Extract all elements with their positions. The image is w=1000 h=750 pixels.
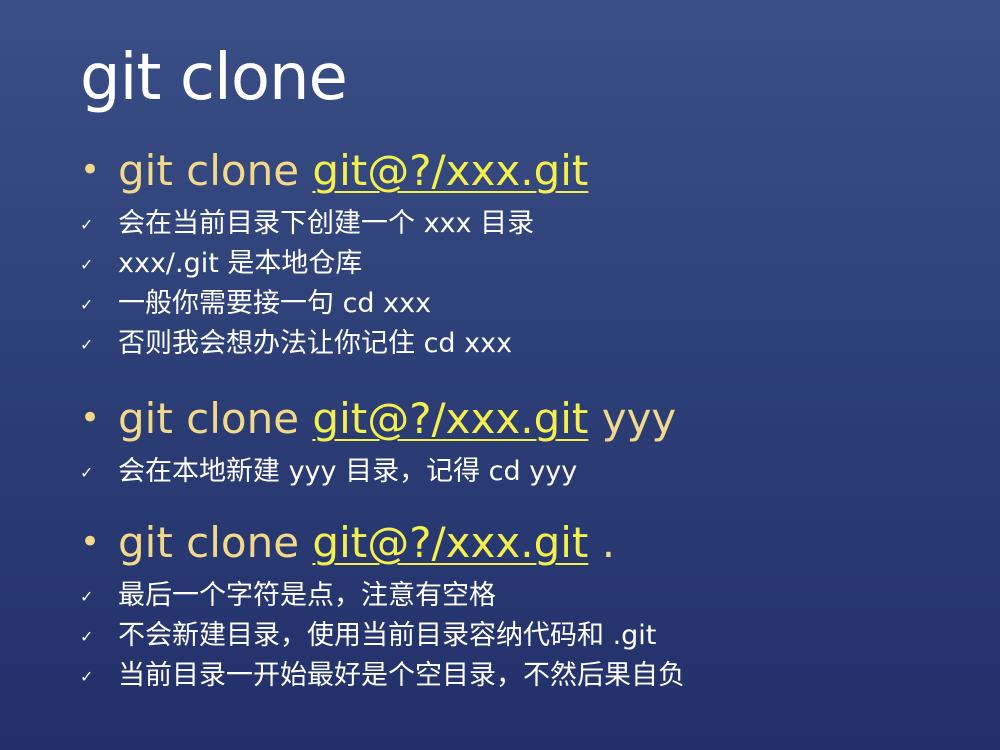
bullet-command: • git clone git@?/xxx.git yyy — [80, 388, 980, 448]
list-item: ✓ 否则我会想办法让你记住 cd xxx — [80, 320, 980, 360]
checkmark-icon: ✓ — [80, 462, 94, 482]
checkmark-icon: ✓ — [80, 214, 94, 234]
command-text: git clone git@?/xxx.git . — [118, 518, 615, 567]
list-item: ✓ 不会新建目录，使用当前目录容纳代码和 .git — [80, 612, 980, 652]
list-item: ✓ 会在当前目录下创建一个 xxx 目录 — [80, 200, 980, 240]
list-item: ✓ xxx/.git 是本地仓库 — [80, 240, 980, 280]
list-item: ✓ 会在本地新建 yyy 目录，记得 cd yyy — [80, 448, 980, 488]
command-suffix: yyy — [588, 393, 677, 443]
checkmark-icon: ✓ — [80, 254, 94, 274]
repo-url-link[interactable]: git@?/xxx.git — [312, 394, 588, 443]
checkmark-icon: ✓ — [80, 586, 94, 606]
list-item: ✓ 最后一个字符是点，注意有空格 — [80, 572, 980, 612]
checkmark-icon: ✓ — [80, 626, 94, 646]
bullet-command: • git clone git@?/xxx.git — [80, 140, 980, 200]
list-item-text: xxx/.git 是本地仓库 — [118, 247, 363, 279]
list-item-text: 会在本地新建 yyy 目录，记得 cd yyy — [118, 455, 578, 487]
bullet-dot-icon: • — [80, 522, 101, 562]
repo-url-link[interactable]: git@?/xxx.git — [312, 146, 588, 195]
checkmark-icon: ✓ — [80, 666, 94, 686]
section-clone-current-dir: • git clone git@?/xxx.git . ✓ 最后一个字符是点，注… — [80, 512, 980, 692]
section-clone-default: • git clone git@?/xxx.git ✓ 会在当前目录下创建一个 … — [80, 140, 980, 360]
bullet-dot-icon: • — [80, 150, 101, 190]
command-text: git clone git@?/xxx.git yyy — [118, 394, 676, 443]
list-item-text: 当前目录一开始最好是个空目录，不然后果自负 — [118, 659, 685, 691]
command-prefix: git clone — [118, 145, 313, 195]
checkmark-icon: ✓ — [80, 294, 94, 314]
slide-title: git clone — [80, 41, 348, 115]
list-item-text: 否则我会想办法让你记住 cd xxx — [118, 327, 513, 359]
list-item: ✓ 当前目录一开始最好是个空目录，不然后果自负 — [80, 652, 980, 692]
list-item-text: 一般你需要接一句 cd xxx — [118, 287, 432, 319]
command-prefix: git clone — [118, 393, 313, 443]
list-item-text: 最后一个字符是点，注意有空格 — [118, 579, 496, 611]
list-item-text: 不会新建目录，使用当前目录容纳代码和 .git — [118, 619, 657, 651]
command-prefix: git clone — [118, 517, 313, 567]
command-text: git clone git@?/xxx.git — [118, 146, 588, 195]
section-clone-named-dir: • git clone git@?/xxx.git yyy ✓ 会在本地新建 y… — [80, 388, 980, 488]
repo-url-link[interactable]: git@?/xxx.git — [312, 518, 588, 567]
checkmark-icon: ✓ — [80, 334, 94, 354]
bullet-command: • git clone git@?/xxx.git . — [80, 512, 980, 572]
bullet-dot-icon: • — [80, 398, 101, 438]
command-suffix: . — [588, 517, 616, 567]
list-item: ✓ 一般你需要接一句 cd xxx — [80, 280, 980, 320]
list-item-text: 会在当前目录下创建一个 xxx 目录 — [118, 207, 535, 239]
